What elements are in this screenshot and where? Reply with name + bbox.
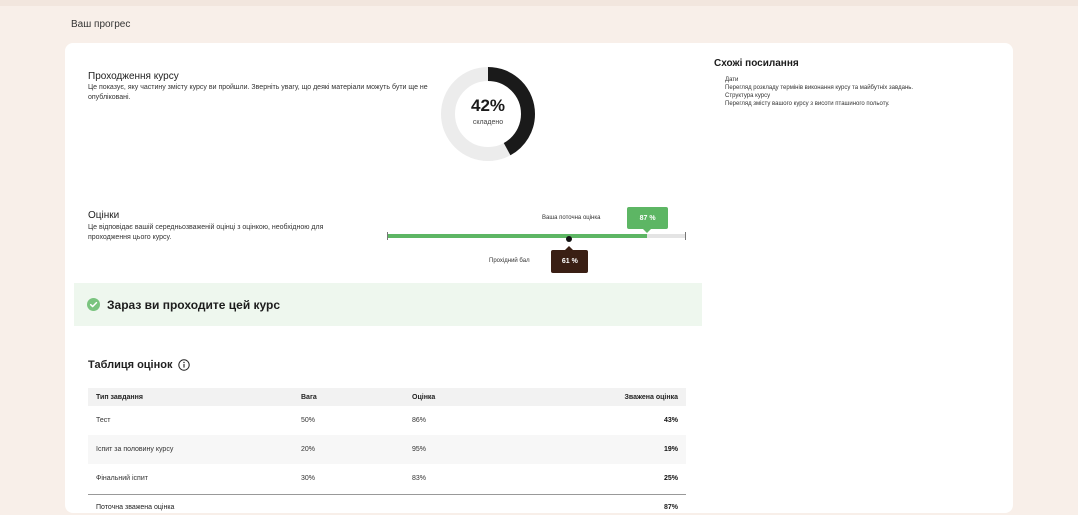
row-grade: 86% (412, 417, 427, 424)
completion-percent: 42% (470, 96, 506, 115)
course-status-banner: Зараз ви проходите цей курс (74, 283, 702, 326)
course-status-text: Зараз ви проходите цей курс (107, 297, 281, 312)
header-weighted-grade: Зважена оцінка (530, 388, 686, 406)
grade-table-header-row: Тип завдання Вага Оцінка Зважена оцінка (88, 388, 686, 406)
grade-progress-bar (387, 234, 686, 238)
header-grade: Оцінка (404, 388, 530, 406)
header-weight: Вага (293, 388, 404, 406)
bar-end-tick (685, 232, 686, 240)
course-progress-title: Проходження курсу (88, 71, 179, 82)
related-link-course-outline[interactable]: Структура курсу (725, 92, 913, 100)
header-assignment-type: Тип завдання (88, 388, 293, 406)
related-link-dates-description: Перегляд розкладу термінів виконання кур… (725, 85, 914, 91)
grades-description: Це відповідає вашій середньозваженій оці… (88, 224, 324, 241)
row-assignment-type: Фінальний іспит (96, 475, 148, 482)
table-row: Тест 50% 86% 43% (88, 406, 686, 435)
related-links-list: Дати Перегляд розкладу термінів виконанн… (725, 76, 913, 108)
grade-progress-fill (387, 234, 648, 238)
row-assignment-type: Тест (96, 417, 111, 424)
grade-table: Тип завдання Вага Оцінка Зважена оцінка … (88, 388, 686, 493)
progress-card: Проходження курсу Це показує, яку частин… (65, 43, 1013, 513)
grades-title: Оцінки (88, 210, 120, 221)
completion-label: складено (472, 119, 504, 126)
grade-table-title-text: Таблиця оцінок (88, 359, 173, 371)
related-link-course-outline-description: Перегляд змісту вашого курсу з висоти пт… (725, 101, 890, 107)
passing-grade-marker (566, 236, 573, 242)
row-grade: 83% (412, 475, 427, 482)
grade-total-row: Поточна зважена оцінка 87% (88, 494, 686, 515)
total-value: 87% (663, 504, 678, 511)
row-grade: 95% (404, 435, 530, 464)
current-grade-label: Ваша поточна оцінка (542, 215, 601, 221)
row-assignment-type: Іспит за половину курсу (88, 435, 293, 464)
check-circle-icon (87, 298, 100, 311)
related-links-title: Схожі посилання (714, 58, 799, 69)
grade-table-title: Таблиця оцінок (88, 359, 191, 371)
page-title: Ваш прогрес (71, 19, 131, 30)
table-row: Фінальний іспит 30% 83% 25% (88, 464, 686, 493)
passing-grade-badge: 61 % (551, 250, 589, 273)
row-weight: 50% (301, 417, 316, 424)
top-strip (0, 0, 1078, 6)
row-weighted-grade: 43% (663, 417, 678, 424)
info-icon[interactable] (178, 359, 191, 371)
row-weight: 30% (301, 475, 316, 482)
row-weighted-grade: 25% (663, 475, 678, 482)
row-weighted-grade: 19% (530, 435, 686, 464)
total-label: Поточна зважена оцінка (96, 504, 175, 511)
course-progress-description: Це показує, яку частину змісту курсу ви … (88, 84, 428, 101)
bar-start-tick (387, 232, 388, 240)
passing-grade-label: Прохідний бал (489, 258, 530, 264)
current-grade-badge: 87 % (627, 207, 669, 229)
related-link-dates[interactable]: Дати (725, 76, 913, 84)
current-grade-pointer (643, 229, 652, 233)
completion-donut-chart: 42% складено (440, 66, 536, 162)
row-weight: 20% (293, 435, 404, 464)
table-row: Іспит за половину курсу 20% 95% 19% (88, 435, 686, 464)
